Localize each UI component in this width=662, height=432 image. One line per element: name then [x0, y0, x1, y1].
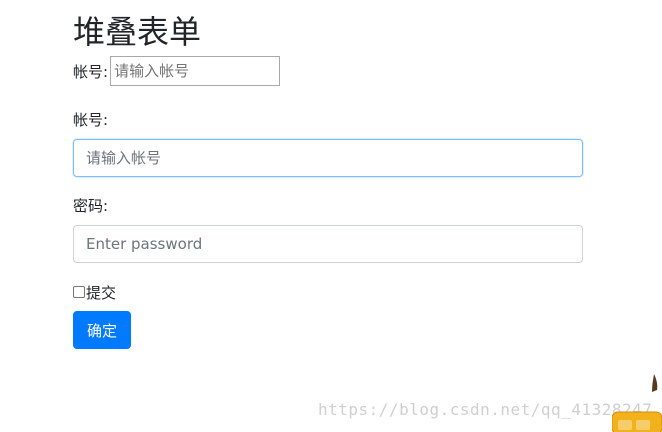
- page: 堆叠表单 帐号: 帐号: 密码: 提交 确定 https://blog.csdn…: [0, 0, 662, 432]
- inline-account-row: 帐号:: [73, 56, 281, 86]
- account-label: 帐号:: [73, 111, 109, 129]
- submit-checkbox-label: 提交: [86, 283, 117, 302]
- mascot-badge-icon[interactable]: [612, 370, 662, 432]
- inline-account-input[interactable]: [110, 56, 281, 86]
- account-input[interactable]: [73, 139, 583, 177]
- page-title: 堆叠表单: [73, 13, 202, 51]
- confirm-button[interactable]: 确定: [73, 311, 131, 349]
- inline-account-label: 帐号:: [73, 62, 109, 81]
- submit-checkbox-row[interactable]: 提交: [73, 281, 116, 303]
- password-label: 密码:: [73, 197, 109, 215]
- watermark-url: https://blog.csdn.net/qq_41328247: [318, 400, 653, 419]
- password-input[interactable]: [73, 225, 583, 263]
- submit-checkbox[interactable]: [73, 286, 85, 298]
